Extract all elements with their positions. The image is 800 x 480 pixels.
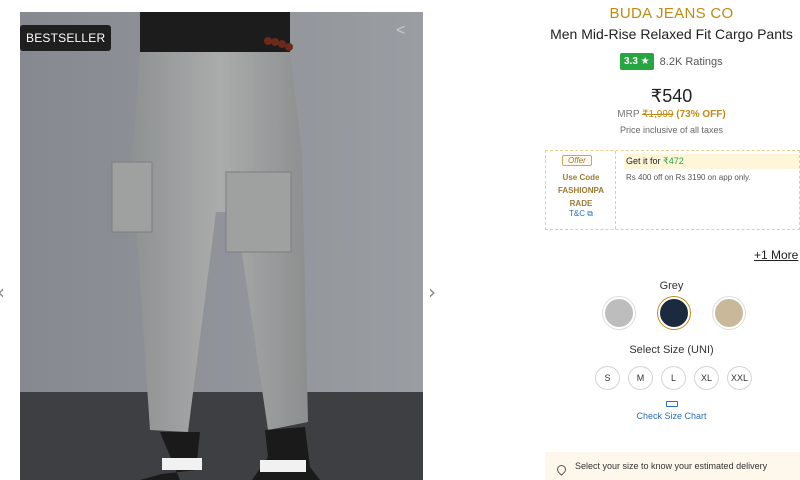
coupon-code-value: FASHIONPA RADE — [557, 186, 605, 208]
more-offers-link[interactable]: +1 More — [754, 248, 798, 262]
product-details: BUDA JEANS CO Men Mid-Rise Relaxed Fit C… — [545, 0, 800, 480]
tax-note: Price inclusive of all taxes — [619, 125, 724, 135]
size-options: S M L XL XXL — [595, 366, 752, 390]
offer-card: Offer Use Code FASHIONPA RADE T&C ⧉ Get … — [545, 150, 800, 230]
size-chart-label[interactable]: Check Size Chart — [545, 411, 798, 421]
bestseller-badge: BESTSELLER — [20, 25, 112, 51]
rating-row: 3.3 ★ 8.2K Ratings — [620, 53, 723, 70]
delivery-estimate: Select your size to know your estimated … — [545, 452, 800, 480]
offer-tag: Offer — [562, 155, 592, 166]
product-gallery: ‹ — [0, 0, 545, 480]
chevron-right-icon[interactable]: › — [428, 280, 436, 304]
product-title: Men Mid-Rise Relaxed Fit Cargo Pants — [550, 26, 793, 42]
rating-badge: 3.3 ★ — [620, 53, 654, 70]
size-option-s[interactable]: S — [595, 366, 620, 390]
mrp-label: MRP — [617, 109, 640, 120]
share-icon[interactable]: < — [396, 22, 405, 40]
color-swatch-navy[interactable] — [658, 297, 690, 329]
selling-price: ₹540 — [650, 86, 693, 106]
size-option-l[interactable]: L — [661, 366, 686, 390]
size-option-m[interactable]: M — [628, 366, 653, 390]
offer-price-line: Get it for ₹472 — [624, 154, 799, 169]
discount-percent: (73% OFF) — [676, 109, 726, 120]
brand-name[interactable]: BUDA JEANS CO — [545, 5, 798, 22]
chevron-left-icon[interactable]: ‹ — [0, 280, 5, 304]
product-page: ‹ — [0, 0, 800, 480]
mrp-value: ₹1,999 — [642, 109, 674, 120]
product-image[interactable] — [20, 12, 423, 480]
terms-label[interactable]: T&C — [569, 209, 585, 218]
delivery-text: Select your size to know your estimated … — [575, 461, 768, 471]
ratings-count[interactable]: 8.2K Ratings — [660, 56, 723, 68]
mrp-row: MRP ₹1,999 (73% OFF) — [545, 109, 798, 120]
offer-price: ₹472 — [663, 156, 684, 166]
color-swatches — [603, 297, 745, 329]
offer-code-panel: Offer Use Code FASHIONPA RADE T&C ⧉ — [546, 151, 616, 229]
size-option-xl[interactable]: XL — [694, 366, 719, 390]
offer-detail: Get it for ₹472 Rs 400 off on Rs 3190 on… — [624, 154, 799, 182]
selected-color-label: Grey — [659, 280, 684, 292]
offer-description: Rs 400 off on Rs 3190 on app only. — [626, 173, 751, 182]
external-link-icon: ⧉ — [587, 209, 593, 218]
color-swatch-khaki[interactable] — [713, 297, 745, 329]
ruler-icon — [665, 401, 678, 407]
terms-link[interactable]: T&C ⧉ — [546, 209, 616, 219]
size-label: Select Size (UNI) — [629, 344, 714, 356]
get-it-for-label: Get it for — [626, 156, 661, 166]
color-swatch-grey[interactable] — [603, 297, 635, 329]
size-chart-link[interactable]: Check Size Chart — [545, 401, 798, 421]
use-code-label: Use Code — [562, 173, 600, 182]
size-option-xxl[interactable]: XXL — [727, 366, 752, 390]
coupon-code: Use Code FASHIONPA RADE — [546, 171, 616, 210]
location-pin-icon — [555, 463, 568, 476]
